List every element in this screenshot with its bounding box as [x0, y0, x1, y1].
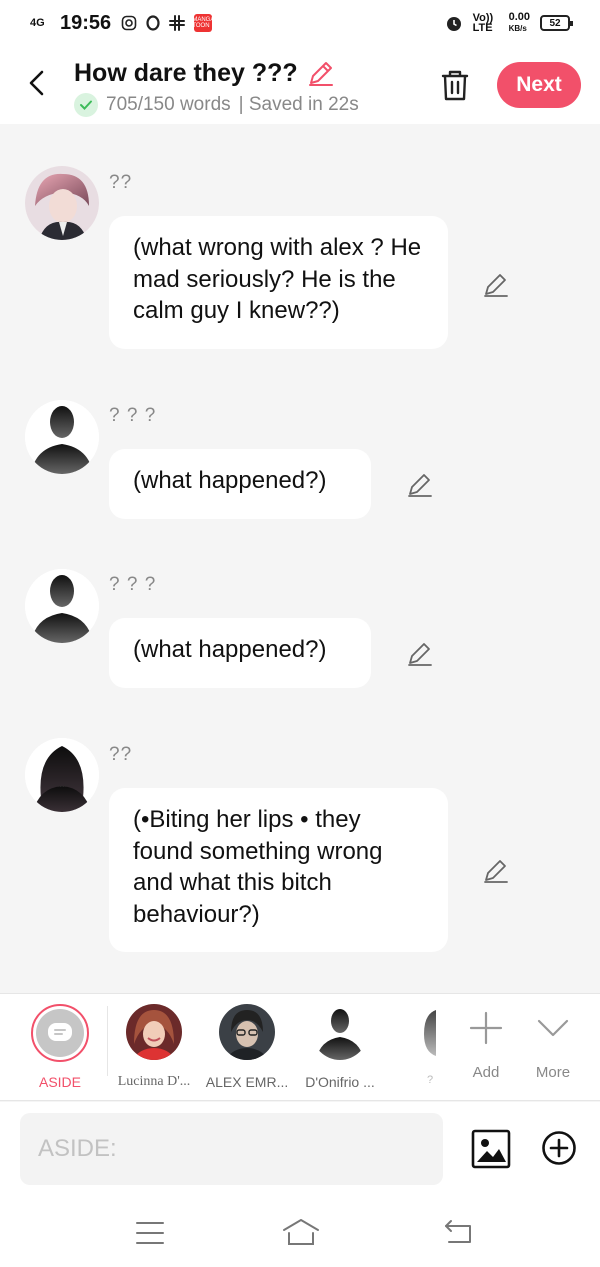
saved-status: | Saved in 22s: [238, 94, 359, 115]
trash-icon[interactable]: [436, 66, 474, 104]
aside-label: ASIDE: [38, 1074, 81, 1090]
next-button[interactable]: Next: [497, 62, 581, 108]
edit-message-pencil-icon[interactable]: [482, 856, 510, 884]
home-icon[interactable]: [281, 1217, 321, 1247]
character-alex[interactable]: ALEX EMR...: [202, 1004, 292, 1090]
character-lucinna[interactable]: Lucinna D'...: [109, 1004, 199, 1090]
character-donifrio[interactable]: D'Onifrio ...: [295, 1004, 385, 1090]
aside-text-input[interactable]: [20, 1113, 443, 1185]
aside-selected-ring: [31, 1004, 89, 1062]
add-circle-icon[interactable]: [541, 1130, 577, 1166]
saved-check-icon: [74, 93, 98, 117]
edit-message-pencil-icon[interactable]: [406, 470, 434, 498]
character-selector-bar: ASIDE Lucinna D'... ALEX EMR... D'Onifri…: [0, 993, 600, 1101]
message-bubble[interactable]: (what wrong with alex ? He mad seriously…: [109, 216, 448, 349]
system-navigation-bar: [0, 1200, 600, 1267]
menu-icon[interactable]: [136, 1220, 164, 1246]
aside-character-button[interactable]: ASIDE: [15, 1004, 105, 1090]
edit-message-pencil-icon[interactable]: [482, 270, 510, 298]
female-silhouette-avatar[interactable]: [25, 738, 99, 812]
character-label: Lucinna D'...: [117, 1074, 191, 1089]
more-characters-button[interactable]: More: [508, 1004, 598, 1081]
status-time: 19:56: [60, 11, 112, 34]
speaker-name: ??: [109, 172, 133, 193]
character-divider: [107, 1006, 108, 1076]
male-silhouette-avatar[interactable]: [25, 400, 99, 474]
slack-icon: [169, 15, 186, 31]
back-arrow-icon[interactable]: [20, 66, 54, 100]
network-indicator: 4G: [30, 17, 45, 29]
character-label: D'Onifrio ...: [305, 1074, 375, 1090]
aside-chat-icon: [36, 1009, 84, 1057]
character-label: ALEX EMR...: [205, 1074, 289, 1090]
network-speed-unit: KB/s: [508, 24, 527, 33]
image-upload-icon[interactable]: [471, 1129, 511, 1169]
notification-icons: MANGA TOON: [121, 14, 214, 32]
word-count: 705/150 words: [106, 94, 231, 115]
speaker-name: ? ? ?: [109, 574, 157, 595]
alarm-icon: [446, 17, 461, 31]
message-bubble[interactable]: (what happened?): [109, 618, 371, 688]
story-title[interactable]: How dare they ???: [74, 59, 298, 88]
speaker-name: ? ? ?: [109, 405, 157, 426]
speaker-name: ??: [109, 744, 133, 765]
back-nav-icon[interactable]: [443, 1219, 473, 1245]
edit-title-pencil-icon[interactable]: [306, 58, 336, 88]
mangatoon-app-icon: MANGA TOON: [192, 14, 214, 32]
red-haired-character-avatar[interactable]: [25, 166, 99, 240]
alex-avatar: [219, 1004, 275, 1060]
plus-icon: [469, 1011, 503, 1045]
volte-indicator: Vo)) LTE: [472, 12, 494, 34]
message-bubble[interactable]: (•Biting her lips • they found something…: [109, 788, 448, 952]
male-silhouette-avatar[interactable]: [25, 569, 99, 643]
status-bar: 4G 19:56 MANGA TOON Vo)) LTE 0.00 KB/s 5…: [0, 0, 600, 46]
message-bubble[interactable]: (what happened?): [109, 449, 371, 519]
lucinna-avatar: [126, 1004, 182, 1060]
opera-icon: [146, 15, 160, 31]
instagram-icon: [121, 15, 137, 31]
message-input-area: [0, 1102, 600, 1200]
edit-message-pencil-icon[interactable]: [406, 639, 434, 667]
chevron-down-icon: [537, 1019, 569, 1037]
editor-header: How dare they ??? 705/150 words | Saved …: [0, 46, 600, 124]
network-speed: 0.00: [508, 11, 530, 23]
donifrio-avatar: [312, 1004, 368, 1060]
more-label: More: [535, 1064, 571, 1081]
battery-indicator: 52: [540, 15, 573, 31]
